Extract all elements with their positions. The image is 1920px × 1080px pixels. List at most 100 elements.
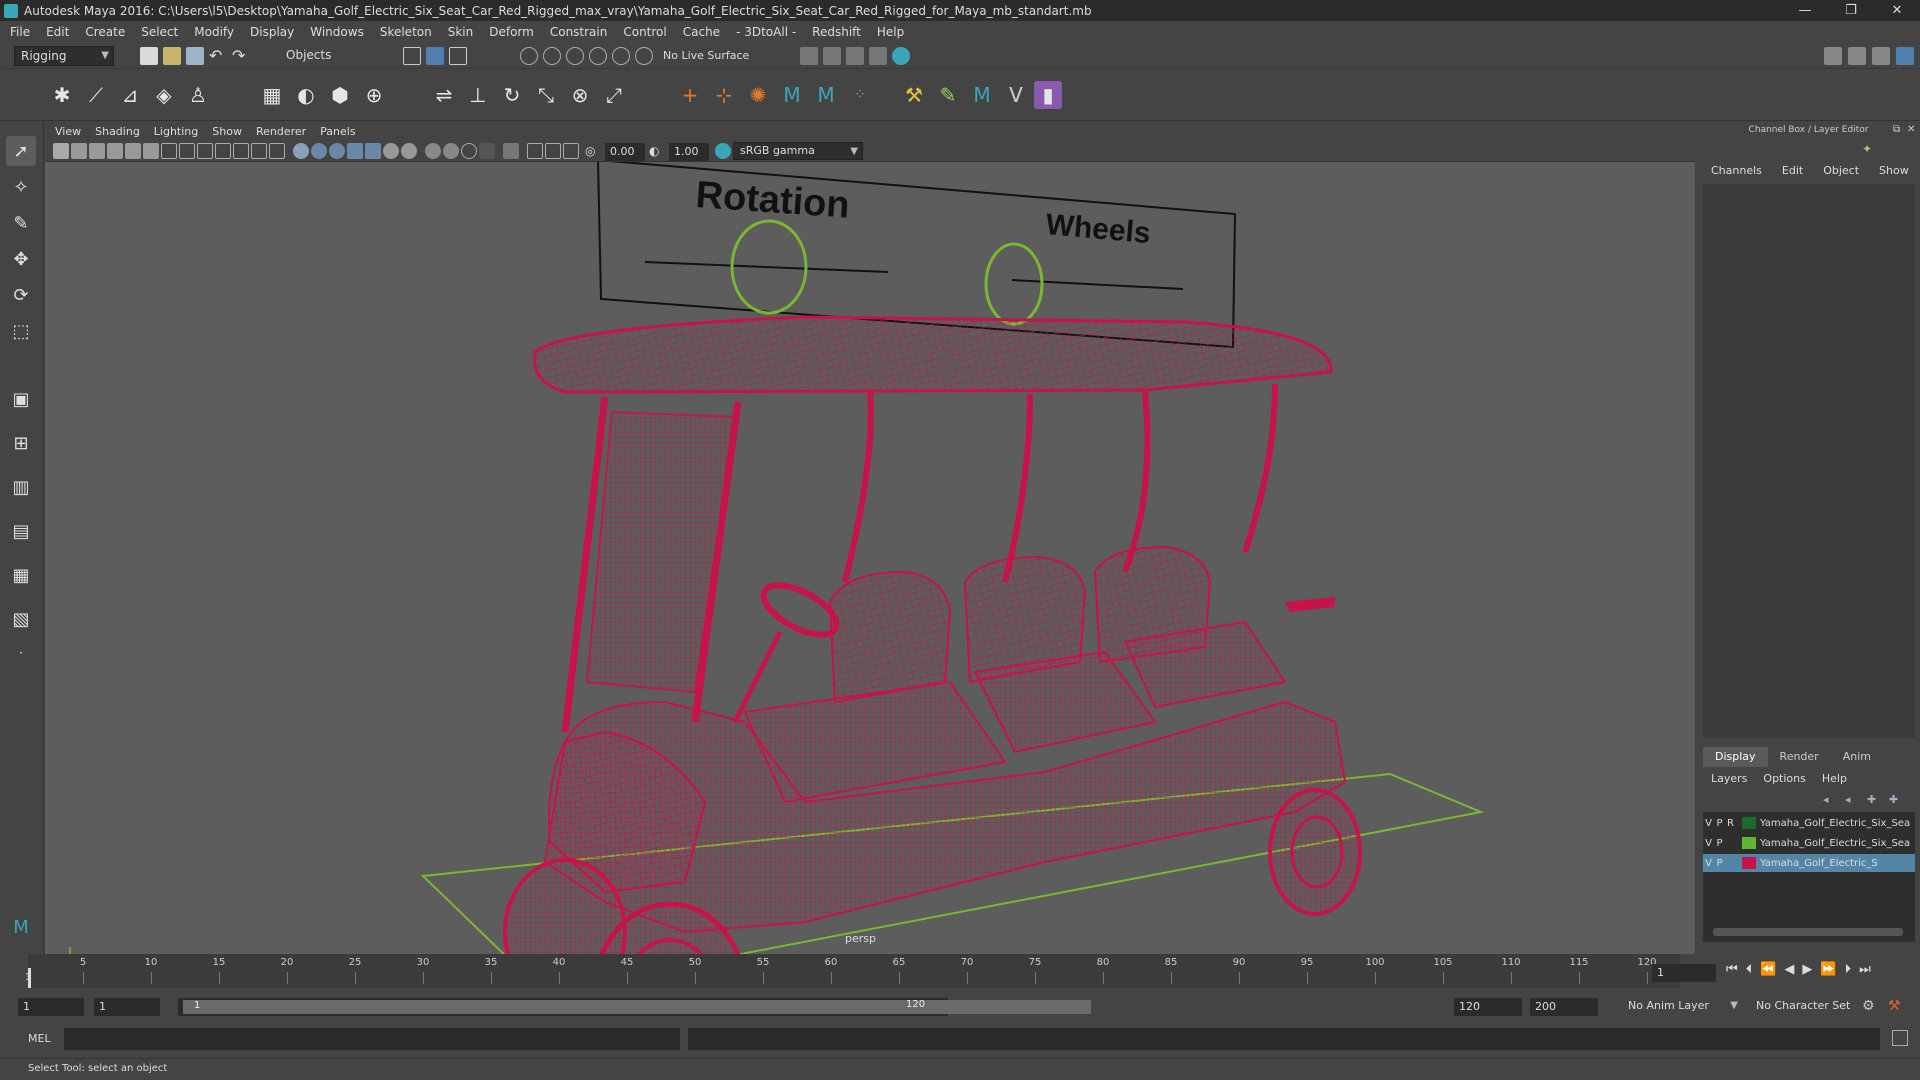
xray-joints-icon[interactable]	[365, 143, 381, 159]
snap-curve-icon[interactable]	[543, 47, 561, 65]
hypershade-icon[interactable]	[869, 47, 887, 65]
cluster-handle-icon[interactable]: ⊹	[710, 81, 738, 109]
new-scene-icon[interactable]	[140, 47, 158, 65]
maya-m-icon-1[interactable]: M	[778, 81, 806, 109]
render-settings-icon[interactable]	[846, 47, 864, 65]
layer-visible-toggle[interactable]: V	[1703, 838, 1714, 849]
scene-end-field[interactable]: 200	[1530, 998, 1598, 1016]
tab-render[interactable]: Render	[1768, 747, 1831, 767]
time-slider[interactable]: 1 5 10 15 20 25 30 35 40 45 50 55 60 65 …	[0, 954, 1920, 994]
menu-skin[interactable]: Skin	[448, 25, 474, 39]
menu-modify[interactable]: Modify	[194, 25, 234, 39]
undo-icon[interactable]: ↶	[209, 47, 227, 65]
step-back-frame-icon[interactable]: ⏴	[1746, 962, 1753, 977]
cb-menu-channels[interactable]: Channels	[1711, 164, 1762, 182]
viewport-panel[interactable]: View Shading Lighting Show Renderer Pane…	[45, 122, 1695, 954]
grid-toggle-icon[interactable]	[161, 143, 177, 159]
lasso-tool-icon[interactable]: ✧	[6, 172, 36, 202]
two-panes-layout-icon[interactable]: ▥	[6, 472, 36, 502]
select-by-component-icon[interactable]	[449, 47, 467, 65]
render-view-icon[interactable]	[892, 47, 910, 65]
auto-key-icon[interactable]: ⚙	[1862, 998, 1875, 1014]
menu-edit[interactable]: Edit	[46, 25, 69, 39]
character-set-dropdown[interactable]: No Character Set	[1750, 997, 1860, 1017]
smooth-shade-icon[interactable]	[311, 143, 327, 159]
wheels-control-circle[interactable]	[984, 242, 1044, 326]
ik-handle-icon[interactable]: ⟋	[82, 81, 110, 109]
paint-select-tool-icon[interactable]: ✎	[6, 208, 36, 238]
joint-tool-icon[interactable]: ✱	[48, 81, 76, 109]
mirror-joint-icon[interactable]: ◈	[150, 81, 178, 109]
wireframe-icon[interactable]	[293, 143, 309, 159]
gamma-dial-icon[interactable]: ◐	[649, 143, 665, 159]
menu-windows[interactable]: Windows	[310, 25, 364, 39]
scene-start-field[interactable]: 1	[18, 998, 84, 1016]
color-space-dropdown[interactable]: sRGB gamma ▼	[733, 142, 863, 160]
layer-playback-toggle[interactable]: P	[1714, 838, 1725, 849]
gamma-icon[interactable]	[545, 143, 561, 159]
playback-end-field[interactable]: 120	[1454, 998, 1522, 1016]
layer-playback-toggle[interactable]: P	[1714, 818, 1725, 829]
selection-mode-dropdown[interactable]: Objects	[280, 46, 380, 66]
layer-scrollbar[interactable]	[1713, 928, 1903, 936]
layer-row[interactable]: V P R Yamaha_Golf_Electric_Six_Sea	[1703, 814, 1915, 832]
attribute-editor-icon[interactable]	[1848, 47, 1866, 65]
minimize-button[interactable]: —	[1782, 0, 1828, 21]
layer-row[interactable]: V P Yamaha_Golf_Electric_Six_Sea	[1703, 834, 1915, 852]
go-to-end-icon[interactable]: ⏭	[1859, 962, 1871, 977]
menu-select[interactable]: Select	[141, 25, 178, 39]
restore-button[interactable]: ❐	[1828, 0, 1874, 21]
film-gate-icon[interactable]	[179, 143, 195, 159]
screen-space-ao-icon[interactable]	[425, 143, 441, 159]
field-chart-icon[interactable]	[233, 143, 249, 159]
layer-playback-toggle[interactable]: P	[1714, 858, 1725, 869]
paint-weights-icon[interactable]: ◐	[292, 81, 320, 109]
menu-constrain[interactable]: Constrain	[550, 25, 608, 39]
channel-list[interactable]	[1703, 184, 1915, 738]
isolate-select-icon[interactable]	[503, 143, 519, 159]
step-forward-frame-icon[interactable]: ⏵	[1845, 962, 1852, 977]
orient-constraint-icon[interactable]: ↻	[498, 81, 526, 109]
current-frame-field[interactable]: 1	[1652, 964, 1716, 982]
snap-grid-icon[interactable]	[520, 47, 538, 65]
layer-reference-toggle[interactable]: R	[1725, 818, 1736, 829]
layer-color-swatch[interactable]	[1742, 837, 1756, 849]
panel-menu-shading[interactable]: Shading	[95, 125, 140, 138]
motion-blur-icon[interactable]	[443, 143, 459, 159]
current-time-marker[interactable]	[28, 968, 31, 988]
use-all-lights-icon[interactable]	[383, 143, 399, 159]
bind-skin-icon[interactable]: ▦	[258, 81, 286, 109]
depth-of-field-icon[interactable]	[479, 143, 495, 159]
layer-color-swatch[interactable]	[1742, 857, 1756, 869]
point-constraint-icon[interactable]: ⊥	[464, 81, 492, 109]
modeling-toolkit-icon[interactable]	[1824, 47, 1842, 65]
play-forward-icon[interactable]: ▶	[1802, 962, 1812, 977]
tab-display[interactable]: Display	[1703, 747, 1768, 767]
play-backward-icon[interactable]: ◀	[1784, 962, 1794, 977]
menu-file[interactable]: File	[10, 25, 30, 39]
menu-help[interactable]: Help	[877, 25, 904, 39]
menu-create[interactable]: Create	[85, 25, 125, 39]
scale-constraint-icon[interactable]: ⤡	[532, 81, 560, 109]
wireframe-on-shaded-icon[interactable]	[329, 143, 345, 159]
anim-layer-dropdown[interactable]: No Anim Layer ▼	[1622, 997, 1742, 1017]
tab-anim[interactable]: Anim	[1831, 747, 1883, 767]
make-live-icon[interactable]	[635, 47, 653, 65]
cb-menu-show[interactable]: Show	[1879, 164, 1909, 182]
cb-menu-edit[interactable]: Edit	[1782, 164, 1803, 182]
exposure-dial-icon[interactable]: ◎	[585, 143, 601, 159]
xray-icon[interactable]	[347, 143, 363, 159]
snap-live-icon[interactable]	[612, 47, 630, 65]
move-layer-down-icon[interactable]: ◂	[1845, 793, 1851, 806]
cluster-icon[interactable]: ⊕	[360, 81, 388, 109]
view-transform-icon[interactable]	[563, 143, 579, 159]
render-current-frame-icon[interactable]	[800, 47, 818, 65]
ik-fk-icon[interactable]: ✺	[744, 81, 772, 109]
pole-vector-icon[interactable]: ⤢	[600, 81, 628, 109]
aim-constraint-icon[interactable]: ⊗	[566, 81, 594, 109]
layer-visible-toggle[interactable]: V	[1703, 858, 1714, 869]
safe-title-icon[interactable]	[269, 143, 285, 159]
bookmark-icon[interactable]	[89, 143, 105, 159]
anti-aliasing-icon[interactable]	[461, 143, 477, 159]
save-scene-icon[interactable]	[186, 47, 204, 65]
